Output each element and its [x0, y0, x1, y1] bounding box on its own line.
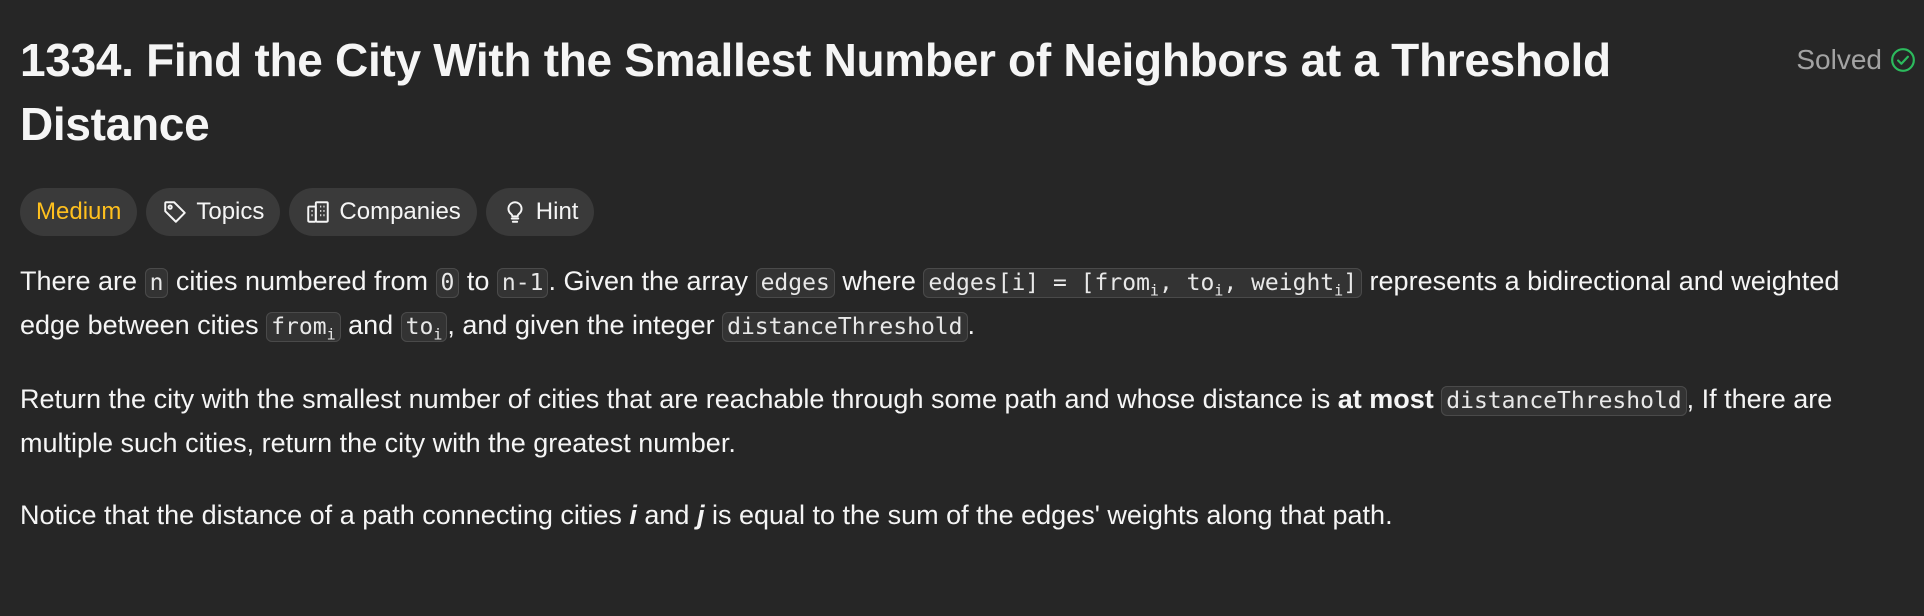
- subscript: i: [1334, 281, 1344, 300]
- subscript: i: [326, 325, 336, 344]
- problem-description: There are n cities numbered from 0 to n-…: [20, 260, 1900, 536]
- tag-icon: [162, 199, 188, 225]
- problem-title[interactable]: 1334. Find the City With the Smallest Nu…: [20, 28, 1670, 156]
- description-paragraph-3: Notice that the distance of a path conne…: [20, 494, 1900, 536]
- topics-button[interactable]: Topics: [146, 188, 281, 236]
- code-n-minus-1: n-1: [496, 268, 549, 298]
- code-to-i: toi: [400, 312, 448, 344]
- difficulty-label: Medium: [36, 198, 122, 225]
- text: and: [636, 500, 697, 530]
- text: is equal to the sum of the edges' weight…: [704, 500, 1393, 530]
- code-distance-threshold: distanceThreshold: [1441, 386, 1687, 416]
- problem-panel: 1334. Find the City With the Smallest Nu…: [0, 0, 1915, 536]
- text: , and given the integer: [447, 310, 723, 340]
- solved-status: Solved: [1796, 44, 1916, 76]
- text: and: [340, 310, 401, 340]
- text: . Given the array: [548, 266, 756, 296]
- code-n: n: [144, 268, 169, 298]
- code-text: edges[i] = [from: [928, 270, 1150, 296]
- code-edges: edges: [755, 268, 835, 298]
- text: .: [967, 310, 976, 340]
- building-icon: [305, 199, 331, 225]
- code-zero: 0: [435, 268, 460, 298]
- text: Notice that the distance of a path conne…: [20, 500, 630, 530]
- topics-label: Topics: [196, 198, 265, 225]
- code-distance-threshold: distanceThreshold: [722, 312, 968, 342]
- hint-label: Hint: [535, 198, 579, 225]
- check-circle-icon: [1890, 47, 1916, 73]
- code-text: , weight: [1223, 270, 1335, 296]
- subscript: i: [433, 325, 443, 344]
- hint-button[interactable]: Hint: [485, 188, 595, 236]
- description-paragraph-2: Return the city with the smallest number…: [20, 378, 1900, 464]
- code-text: ]: [1343, 270, 1358, 296]
- variable-i: i: [629, 500, 637, 530]
- text: There are: [20, 266, 145, 296]
- code-from-i: fromi: [266, 312, 341, 344]
- tag-row: Medium Topics Companies Hint: [20, 188, 1904, 236]
- text: Return the city with the smallest number…: [20, 384, 1338, 414]
- code-text: from: [271, 314, 327, 340]
- solved-label: Solved: [1796, 44, 1882, 75]
- problem-header: 1334. Find the City With the Smallest Nu…: [20, 28, 1915, 156]
- companies-button[interactable]: Companies: [289, 188, 477, 236]
- subscript: i: [1149, 281, 1159, 300]
- text: to: [459, 266, 497, 296]
- code-text: , to: [1158, 270, 1215, 296]
- text: cities numbered from: [168, 266, 436, 296]
- emphasis-at-most: at most: [1337, 384, 1434, 414]
- code-text: to: [405, 314, 434, 340]
- lightbulb-icon: [502, 199, 528, 225]
- description-paragraph-1: There are n cities numbered from 0 to n-…: [20, 260, 1900, 348]
- companies-label: Companies: [339, 198, 461, 225]
- difficulty-badge[interactable]: Medium: [20, 188, 138, 236]
- text: where: [834, 266, 924, 296]
- code-edges-definition: edges[i] = [fromi, toi, weighti]: [923, 268, 1363, 300]
